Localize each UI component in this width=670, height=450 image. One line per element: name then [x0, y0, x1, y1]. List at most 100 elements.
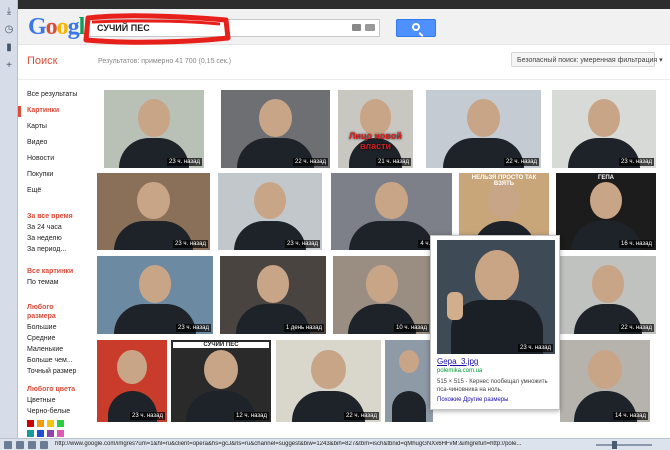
image-result[interactable]: СУЧИЙ ПЕС 12 ч. назад: [171, 340, 271, 422]
sidebar-item[interactable]: Видео: [27, 139, 47, 146]
type-filter-item[interactable]: По темам: [27, 279, 58, 286]
person-face: [137, 99, 171, 138]
bookmark-icon[interactable]: ▮: [3, 42, 15, 54]
color-swatch[interactable]: [37, 430, 44, 437]
color-swatch[interactable]: [47, 420, 54, 427]
sidebar-item[interactable]: Новости: [27, 155, 54, 162]
person-face: [375, 182, 408, 220]
image-caption: НЕЛЬЗЯ ПРОСТО ТАК ВЗЯТЬ: [471, 175, 537, 187]
time-filter-item[interactable]: За 24 часа: [27, 224, 62, 231]
person-face: [467, 99, 500, 138]
image-timestamp: 16 ч. назад: [619, 240, 654, 248]
image-timestamp: 22 ч. назад: [344, 412, 379, 420]
person-face: [256, 265, 290, 304]
color-swatch[interactable]: [57, 430, 64, 437]
add-icon[interactable]: +: [3, 60, 15, 72]
preview-links[interactable]: Похожие Другие размеры: [437, 397, 509, 403]
image-timestamp: 22 ч. назад: [293, 158, 328, 166]
sidebar-item[interactable]: Покупки: [27, 171, 53, 178]
image-preview-popup[interactable]: 23 ч. назад Gepa_3.jpg polemika.com.ua 5…: [430, 235, 560, 410]
logo-letter: g: [67, 14, 80, 40]
size-filter-item[interactable]: Маленькие: [27, 346, 63, 353]
person-face: [203, 349, 239, 390]
image-timestamp: 23 ч. назад: [176, 324, 211, 332]
person-face: [587, 349, 623, 390]
person-face: [475, 250, 519, 302]
image-result[interactable]: 22 ч. назад: [426, 90, 541, 168]
image-result[interactable]: 22 ч. назад: [221, 90, 330, 168]
safe-search-dropdown[interactable]: Безопасный поиск: умеренная фильтрация ▾: [511, 52, 663, 67]
color-swatch[interactable]: [27, 420, 34, 427]
person-face: [398, 349, 420, 373]
image-result[interactable]: [385, 340, 433, 422]
size-filter-item[interactable]: Точный размер: [27, 368, 76, 375]
browser-sidebar: ⤓ ◷ ▮ +: [0, 0, 18, 450]
image-result[interactable]: 23 ч. назад: [97, 256, 213, 334]
download-icon[interactable]: ⤓: [3, 6, 15, 18]
color-swatch[interactable]: [37, 420, 44, 427]
search-label: Поиск: [27, 55, 58, 67]
image-result[interactable]: 23 ч. назад: [104, 90, 204, 168]
size-filter-item[interactable]: Больше чем...: [27, 357, 73, 364]
image-timestamp: 21 ч. назад: [376, 158, 411, 166]
color-filter-item[interactable]: Цветные: [27, 397, 55, 404]
zoom-slider[interactable]: [596, 444, 652, 446]
google-header: Google СУЧИЙ ПЕС: [18, 9, 670, 45]
image-result[interactable]: 22 ч. назад: [560, 256, 656, 334]
color-filter-heading[interactable]: Любого цвета: [27, 386, 75, 393]
image-result[interactable]: Лицо новой власти 21 ч. назад: [338, 90, 413, 168]
active-indicator: [18, 106, 21, 117]
turbo-icon[interactable]: [40, 441, 48, 449]
panel-icon[interactable]: [4, 441, 12, 449]
image-result[interactable]: 23 ч. назад: [97, 340, 167, 422]
color-swatch[interactable]: [47, 430, 54, 437]
sidebar-item[interactable]: Карты: [27, 123, 47, 130]
color-swatch[interactable]: [57, 420, 64, 427]
person-face: [365, 265, 399, 304]
history-icon[interactable]: ◷: [3, 24, 15, 36]
color-swatch[interactable]: [27, 430, 34, 437]
size-filter-item[interactable]: Большие: [27, 324, 56, 331]
search-input[interactable]: СУЧИЙ ПЕС: [88, 19, 380, 37]
size-filter-heading[interactable]: Любого: [27, 304, 54, 311]
image-result[interactable]: 23 ч. назад: [552, 90, 656, 168]
image-caption: Лицо новой власти: [349, 130, 402, 151]
person-face: [487, 182, 521, 220]
color-filter-item[interactable]: Черно-белые: [27, 408, 70, 415]
image-result[interactable]: ГЕПА 16 ч. назад: [556, 173, 656, 250]
search-icon: [412, 23, 420, 31]
size-filter-item[interactable]: Средние: [27, 335, 55, 342]
zoom-knob[interactable]: [612, 441, 617, 449]
browser-status-bar: http://www.google.com/imgres?um=1&hl=ru&…: [0, 438, 670, 450]
person-face: [137, 182, 170, 220]
sidebar-item[interactable]: Все результаты: [27, 91, 77, 98]
person-face: [587, 99, 621, 138]
time-filter-item[interactable]: За период...: [27, 246, 66, 253]
person-face: [311, 349, 346, 390]
time-filter-heading[interactable]: За все время: [27, 213, 73, 220]
image-result[interactable]: 23 ч. назад: [97, 173, 210, 250]
keyboard-icon[interactable]: [365, 24, 375, 31]
sidebar-item[interactable]: Картинки: [27, 107, 59, 114]
image-result[interactable]: 14 ч. назад: [560, 340, 650, 422]
preview-title-link[interactable]: Gepa_3.jpg: [437, 357, 478, 366]
sidebar-item[interactable]: Ещё: [27, 187, 41, 194]
image-result[interactable]: 10 ч. назад: [333, 256, 431, 334]
search-button[interactable]: [396, 19, 436, 37]
sync-icon[interactable]: [16, 441, 24, 449]
person-face: [117, 349, 147, 384]
preview-image[interactable]: 23 ч. назад: [437, 240, 555, 354]
person-face: [591, 265, 625, 304]
camera-icon[interactable]: [352, 24, 361, 31]
image-result[interactable]: 23 ч. назад: [218, 173, 322, 250]
cloud-icon[interactable]: [28, 441, 36, 449]
image-timestamp: 23 ч. назад: [167, 158, 202, 166]
image-result[interactable]: 22 ч. назад: [276, 340, 381, 422]
type-filter-heading[interactable]: Все картинки: [27, 268, 73, 275]
image-result[interactable]: 1 день назад: [220, 256, 326, 334]
size-filter-heading[interactable]: размера: [27, 313, 56, 320]
google-logo[interactable]: Google: [28, 14, 95, 41]
time-filter-item[interactable]: За неделю: [27, 235, 62, 242]
status-url: http://www.google.com/imgres?um=1&hl=ru&…: [55, 441, 522, 447]
logo-letter: o: [56, 14, 69, 40]
